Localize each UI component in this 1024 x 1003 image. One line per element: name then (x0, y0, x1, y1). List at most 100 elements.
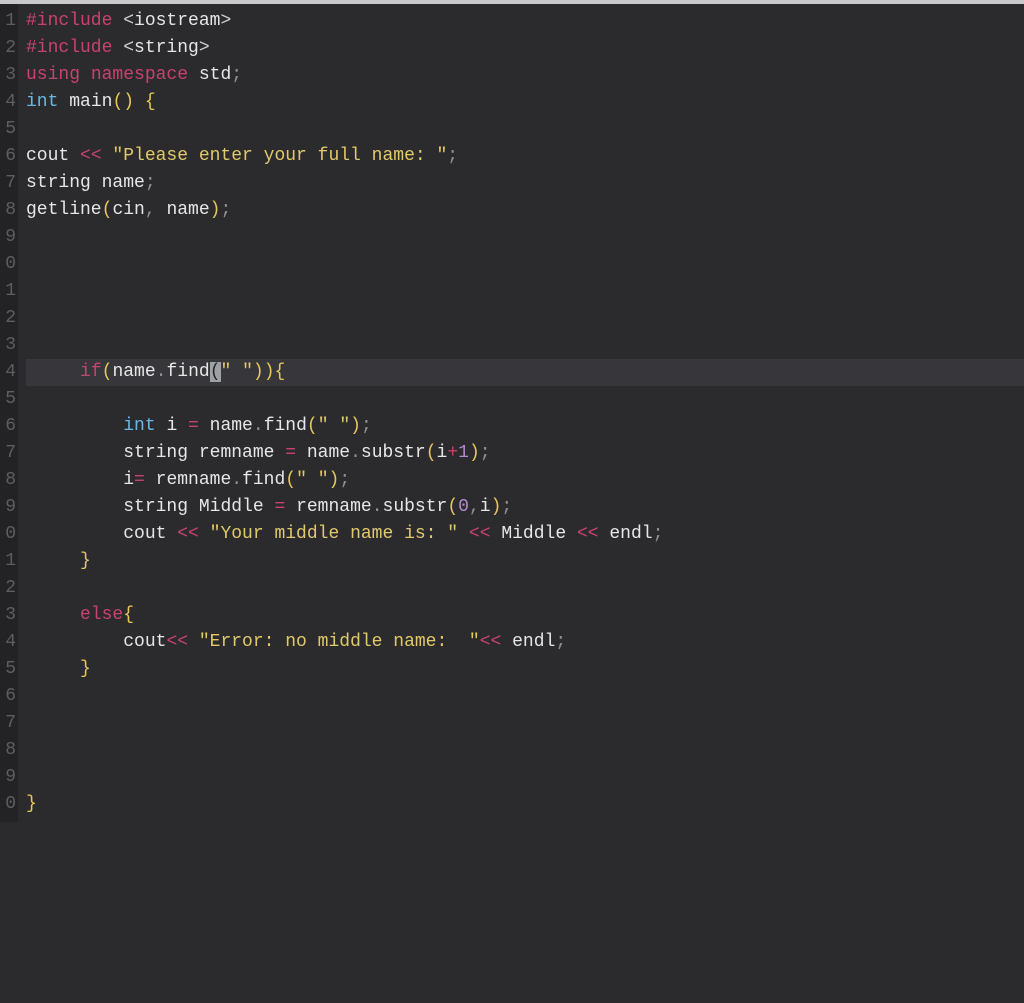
fn-find: find (264, 416, 307, 436)
code-line[interactable]: cout<< "Error: no middle name: "<< endl; (26, 629, 1024, 656)
paren: ( (102, 362, 113, 382)
operator: << (458, 524, 501, 544)
line-number: 2 (0, 35, 16, 62)
identifier: name (102, 173, 145, 193)
line-number: 8 (0, 737, 16, 764)
code-line[interactable] (26, 332, 1024, 359)
code-line[interactable]: #include <string> (26, 35, 1024, 62)
string-literal: " " (296, 470, 328, 490)
identifier: remname (156, 470, 232, 490)
semicolon: ; (231, 65, 242, 85)
paren: ( (112, 92, 123, 112)
type-string: string (26, 173, 102, 193)
code-line[interactable]: int i = name.find(" "); (26, 413, 1024, 440)
line-number: 7 (0, 440, 16, 467)
code-line[interactable] (26, 116, 1024, 143)
identifier-cout: cout (123, 524, 177, 544)
preprocessor: #include (26, 38, 123, 58)
code-line[interactable]: } (26, 791, 1024, 818)
code-line-active[interactable]: if(name.find(" ")){ (26, 359, 1024, 386)
line-number: 1 (0, 8, 16, 35)
code-line[interactable]: string remname = name.substr(i+1); (26, 440, 1024, 467)
fn-substr: substr (361, 443, 426, 463)
paren: ) (350, 416, 361, 436)
identifier: name (210, 416, 253, 436)
code-area[interactable]: #include <iostream> #include <string> us… (18, 4, 1024, 822)
semicolon: ; (555, 632, 566, 652)
code-line[interactable] (26, 575, 1024, 602)
identifier: remname (296, 497, 372, 517)
code-line[interactable]: cout << "Please enter your full name: "; (26, 143, 1024, 170)
code-line[interactable] (26, 386, 1024, 413)
code-line[interactable]: } (26, 656, 1024, 683)
identifier-endl: endl (512, 632, 555, 652)
code-line[interactable]: string Middle = remname.substr(0,i); (26, 494, 1024, 521)
type-int: int (26, 92, 69, 112)
brace: { (145, 92, 156, 112)
identifier-endl: endl (609, 524, 652, 544)
cursor[interactable]: ( (210, 362, 221, 382)
fn-find: find (166, 362, 209, 382)
operator: + (447, 443, 458, 463)
line-number: 7 (0, 710, 16, 737)
code-line[interactable] (26, 737, 1024, 764)
code-line[interactable] (26, 683, 1024, 710)
semicolon: ; (145, 173, 156, 193)
semicolon: ; (653, 524, 664, 544)
keyword-if: if (80, 362, 102, 382)
code-line[interactable]: int main() { (26, 89, 1024, 116)
code-line[interactable]: i= remname.find(" "); (26, 467, 1024, 494)
indent (26, 524, 123, 544)
code-line[interactable] (26, 224, 1024, 251)
brace: } (26, 794, 37, 814)
operator: = (285, 443, 307, 463)
line-number: 7 (0, 170, 16, 197)
operator: = (188, 416, 210, 436)
identifier-cout: cout (26, 146, 80, 166)
line-number: 1 (0, 548, 16, 575)
line-number: 6 (0, 683, 16, 710)
dot: . (372, 497, 383, 517)
code-line[interactable]: string name; (26, 170, 1024, 197)
paren: ) (210, 200, 221, 220)
identifier-cout: cout (123, 632, 166, 652)
paren: ) (491, 497, 502, 517)
indent (26, 551, 80, 571)
semicolon: ; (361, 416, 372, 436)
string-literal: "Your middle name is: " (210, 524, 458, 544)
code-line[interactable] (26, 764, 1024, 791)
code-line[interactable]: #include <iostream> (26, 8, 1024, 35)
paren: ) (329, 470, 340, 490)
type-string: string (123, 497, 199, 517)
code-line[interactable]: using namespace std; (26, 62, 1024, 89)
line-number: 9 (0, 224, 16, 251)
indent (26, 659, 80, 679)
line-number: 5 (0, 116, 16, 143)
fn-find: find (242, 470, 285, 490)
operator: = (274, 497, 296, 517)
string-literal: "Error: no middle name: " (199, 632, 480, 652)
code-line[interactable]: getline(cin, name); (26, 197, 1024, 224)
angle-bracket: > (199, 38, 210, 58)
identifier: name (307, 443, 350, 463)
code-line[interactable] (26, 278, 1024, 305)
include-lib: string (134, 38, 199, 58)
paren: ) (264, 362, 275, 382)
code-line[interactable]: cout << "Your middle name is: " << Middl… (26, 521, 1024, 548)
code-line[interactable]: else{ (26, 602, 1024, 629)
paren: ( (307, 416, 318, 436)
number: 1 (458, 443, 469, 463)
comma: , (469, 497, 480, 517)
code-line[interactable] (26, 710, 1024, 737)
indent (26, 497, 123, 517)
brace: } (80, 659, 91, 679)
code-line[interactable] (26, 251, 1024, 278)
operator: << (80, 146, 112, 166)
code-line[interactable] (26, 305, 1024, 332)
fn-substr: substr (383, 497, 448, 517)
code-line[interactable]: } (26, 548, 1024, 575)
identifier: i (480, 497, 491, 517)
line-number: 2 (0, 305, 16, 332)
code-editor[interactable]: 1 2 3 4 5 6 7 8 9 0 1 2 3 4 5 6 7 8 9 0 … (0, 0, 1024, 1003)
identifier: i (166, 416, 188, 436)
